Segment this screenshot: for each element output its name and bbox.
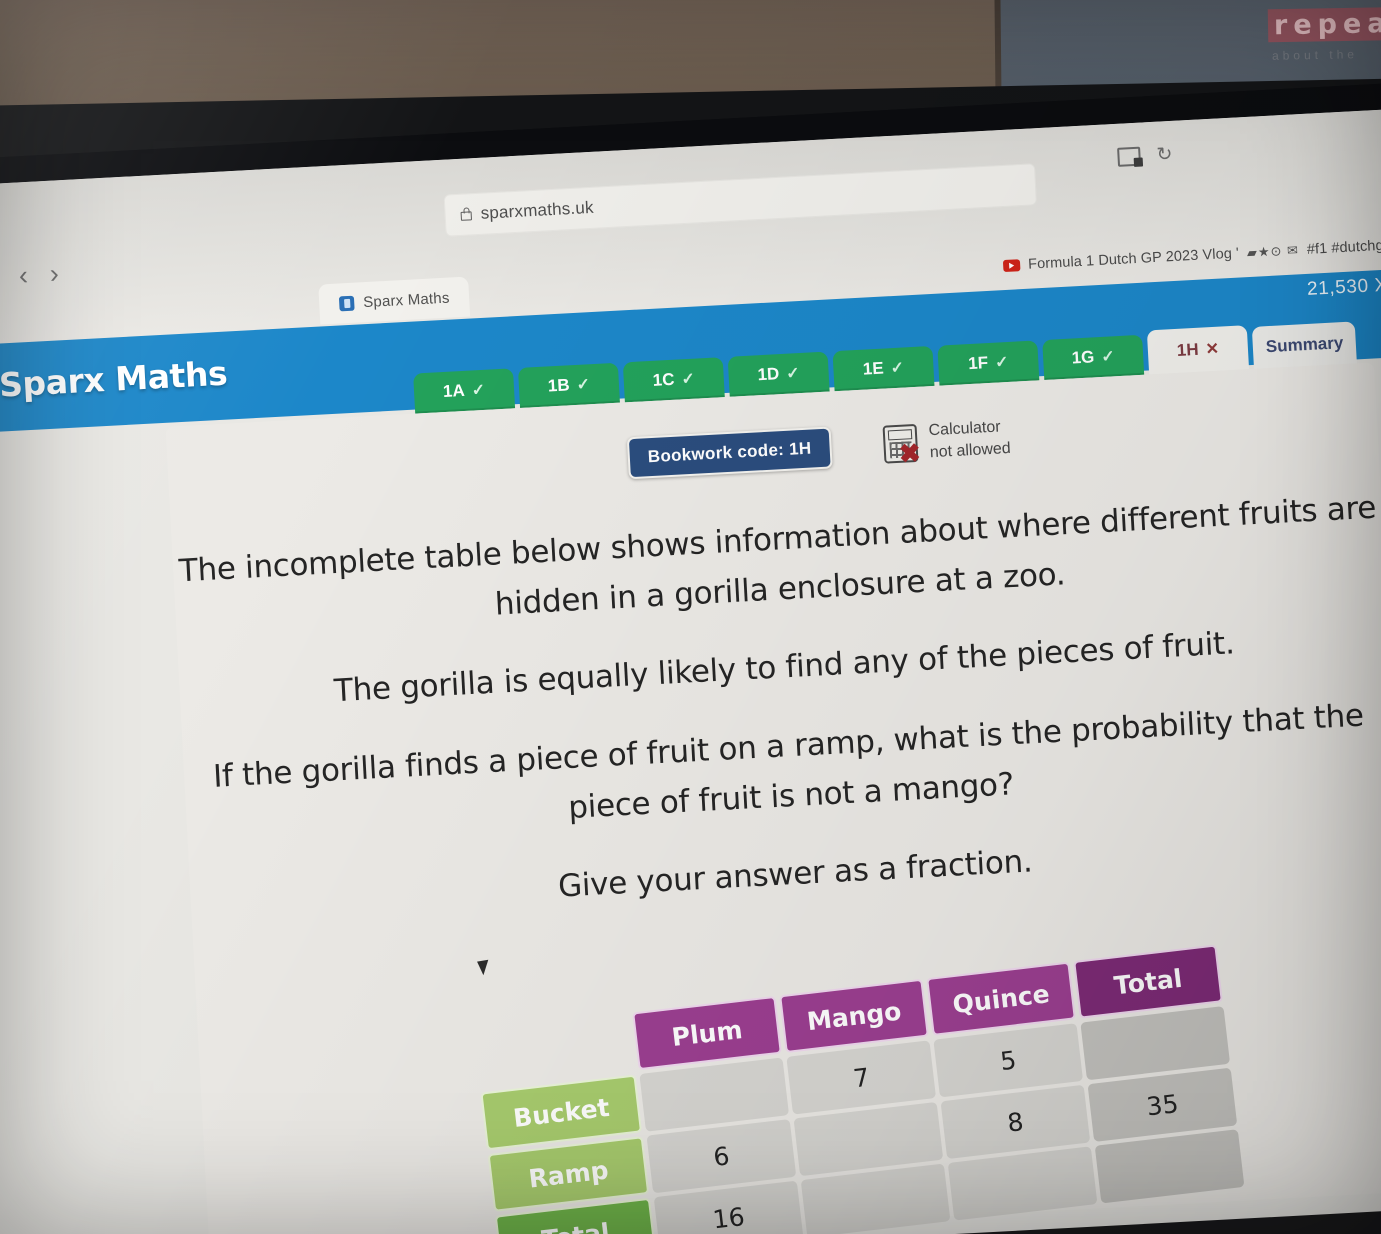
bookmark-tail: #f1 #dutchgp #formula1 - YouTub xyxy=(1306,230,1381,258)
youtube-icon xyxy=(1002,259,1021,273)
sparx-favicon xyxy=(338,295,355,311)
task-tab-label: 1C xyxy=(652,369,675,390)
question-meta-row: Bookwork code: 1H ✖ Calculator not allow… xyxy=(626,416,1012,479)
column-header-plum: Plum xyxy=(632,995,782,1071)
task-tab-1b[interactable]: 1B ✓ xyxy=(517,362,620,408)
task-tab-1a[interactable]: 1A ✓ xyxy=(413,368,516,414)
background-poster-text: repeat xyxy=(1267,6,1381,43)
task-tab-1g[interactable]: 1G ✓ xyxy=(1042,334,1145,381)
task-tab-label: 1H xyxy=(1176,339,1200,360)
task-tab-label: 1E xyxy=(862,358,885,379)
background-poster-subtext: about the xyxy=(1271,47,1359,63)
calculator-label-line1: Calculator xyxy=(928,418,1002,440)
two-way-table: Plum Mango Quince Total Bucket 7 5 Ramp … xyxy=(469,940,1249,1234)
check-icon: ✓ xyxy=(785,365,801,383)
task-tab-label: 1A xyxy=(442,380,466,402)
bookmark-glyphs: ▰★⊙ ✉ xyxy=(1246,242,1300,261)
address-bar-url: sparxmaths.uk xyxy=(480,197,595,223)
cell-total-total xyxy=(1094,1129,1245,1204)
calculator-not-allowed: ✖ Calculator not allowed xyxy=(882,416,1011,469)
xp-indicator[interactable]: 21,530 XP V xyxy=(1306,272,1381,301)
two-way-table-wrapper: Plum Mango Quince Total Bucket 7 5 Ramp … xyxy=(469,940,1249,1234)
browser-toolbar-right: ↻ xyxy=(1117,143,1173,169)
calculator-label-line2: not allowed xyxy=(929,439,1012,461)
browser-nav-controls: ▾ ‹ › xyxy=(0,258,60,291)
bookmark-title: Formula 1 Dutch GP 2023 Vlog ' xyxy=(1027,245,1240,273)
column-header-mango: Mango xyxy=(779,978,929,1054)
app-brand-title: Sparx Maths xyxy=(0,353,229,405)
calculator-label: Calculator not allowed xyxy=(928,416,1011,463)
laptop-screen: ▾ ‹ › sparxmaths.uk ↻ Sparx Maths xyxy=(0,79,1381,1234)
task-tab-summary[interactable]: Summary xyxy=(1251,321,1358,369)
check-icon: ✓ xyxy=(890,359,905,378)
cross-icon: ✕ xyxy=(1205,340,1220,359)
cell-ramp-plum: 6 xyxy=(646,1119,797,1194)
cell-bucket-quince: 5 xyxy=(933,1023,1084,1098)
browser-tab-sparx-maths[interactable]: Sparx Maths xyxy=(318,276,471,325)
screen-viewport: ▾ ‹ › sparxmaths.uk ↻ Sparx Maths xyxy=(0,105,1381,1234)
calculator-not-allowed-icon: ✖ xyxy=(882,423,922,469)
check-icon: ✓ xyxy=(1100,348,1116,366)
cross-icon: ✖ xyxy=(898,437,922,469)
cell-bucket-total xyxy=(1080,1006,1231,1081)
task-tab-1e[interactable]: 1E ✓ xyxy=(832,345,935,392)
column-header-total: Total xyxy=(1073,944,1223,1019)
cast-icon[interactable] xyxy=(1117,146,1142,167)
chevron-right-icon[interactable]: › xyxy=(49,258,60,288)
column-header-quince: Quince xyxy=(926,961,1076,1036)
question-sheet: Bookwork code: 1H ✖ Calculator not allow… xyxy=(165,362,1381,1234)
browser-tab-title: Sparx Maths xyxy=(362,289,450,311)
chevron-left-icon[interactable]: ‹ xyxy=(18,260,29,290)
task-tab-1f[interactable]: 1F ✓ xyxy=(937,340,1040,386)
check-icon: ✓ xyxy=(681,370,696,389)
reload-icon[interactable]: ↻ xyxy=(1156,143,1173,167)
cell-ramp-mango xyxy=(793,1101,944,1177)
task-tab-label: 1B xyxy=(547,375,571,396)
cell-total-quince xyxy=(947,1146,1098,1221)
lock-icon xyxy=(460,210,472,221)
question-text: The incomplete table below shows informa… xyxy=(172,482,1381,959)
cell-bucket-plum xyxy=(639,1057,790,1132)
check-icon: ✓ xyxy=(994,353,1009,372)
task-tab-label: 1F xyxy=(967,353,989,374)
task-tab-label: Summary xyxy=(1265,333,1344,357)
address-bar[interactable]: sparxmaths.uk xyxy=(443,163,1038,237)
task-tab-1h[interactable]: 1H ✕ xyxy=(1146,325,1250,375)
mouse-cursor xyxy=(477,957,494,976)
task-tab-label: 1G xyxy=(1071,347,1095,368)
task-tab-1c[interactable]: 1C ✓ xyxy=(622,357,725,403)
task-tab-1d[interactable]: 1D ✓ xyxy=(727,351,830,397)
cell-bucket-mango: 7 xyxy=(786,1040,937,1115)
bookmark-youtube[interactable]: Formula 1 Dutch GP 2023 Vlog ' ▰★⊙ ✉ #f1… xyxy=(1002,230,1381,274)
check-icon: ✓ xyxy=(576,376,591,394)
cell-total-mango xyxy=(800,1163,951,1234)
photo-of-laptop-screen: repeat about the ▾ ‹ › sparxmaths.uk ↻ xyxy=(0,0,1381,1234)
xp-value: 21,530 XP xyxy=(1306,273,1381,300)
task-tab-label: 1D xyxy=(757,364,780,385)
check-icon: ✓ xyxy=(471,381,486,400)
bookwork-code-badge: Bookwork code: 1H xyxy=(626,426,833,479)
